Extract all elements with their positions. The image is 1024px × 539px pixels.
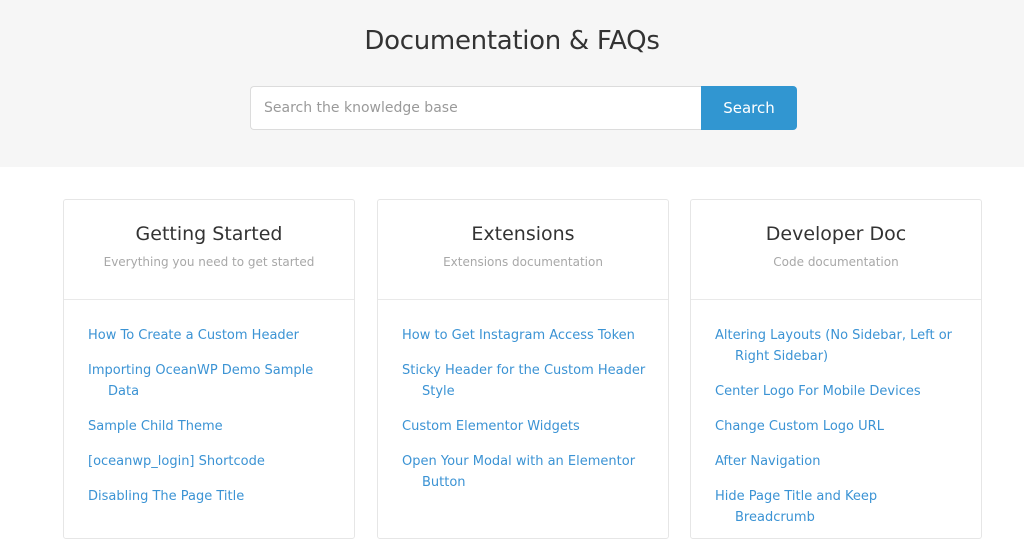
- list-item: Hide Page Title and Keep Breadcrumb: [715, 486, 961, 528]
- article-link[interactable]: Hide Page Title and Keep Breadcrumb: [715, 486, 961, 528]
- category-card-getting-started: Getting Started Everything you need to g…: [63, 199, 355, 539]
- search-button[interactable]: Search: [701, 86, 797, 130]
- article-link[interactable]: Sticky Header for the Custom Header Styl…: [402, 360, 648, 402]
- article-link[interactable]: Importing OceanWP Demo Sample Data: [88, 360, 334, 402]
- search-input[interactable]: [250, 86, 701, 130]
- list-item: Importing OceanWP Demo Sample Data: [88, 360, 334, 402]
- article-link[interactable]: [oceanwp_login] Shortcode: [88, 451, 334, 472]
- category-title: Developer Doc: [765, 223, 907, 245]
- list-item: Custom Elementor Widgets: [402, 416, 648, 437]
- article-list: How to Get Instagram Access Token Sticky…: [378, 300, 668, 493]
- list-item: After Navigation: [715, 451, 961, 472]
- article-link[interactable]: Sample Child Theme: [88, 416, 334, 437]
- article-link[interactable]: Disabling The Page Title: [88, 486, 334, 507]
- category-title: Getting Started: [135, 223, 283, 245]
- page-title: Documentation & FAQs: [364, 26, 660, 56]
- list-item: How To Create a Custom Header: [88, 325, 334, 346]
- list-item: Sticky Header for the Custom Header Styl…: [402, 360, 648, 402]
- list-item: [oceanwp_login] Shortcode: [88, 451, 334, 472]
- article-link[interactable]: Custom Elementor Widgets: [402, 416, 648, 437]
- card-header: Developer Doc Code documentation: [691, 200, 981, 300]
- category-title: Extensions: [471, 223, 575, 245]
- article-link[interactable]: How to Get Instagram Access Token: [402, 325, 648, 346]
- category-description: Code documentation: [773, 255, 899, 269]
- list-item: Disabling The Page Title: [88, 486, 334, 507]
- article-link[interactable]: How To Create a Custom Header: [88, 325, 334, 346]
- card-header: Extensions Extensions documentation: [378, 200, 668, 300]
- list-item: Sample Child Theme: [88, 416, 334, 437]
- knowledge-base-search-form: Search: [250, 86, 797, 130]
- category-card-extensions: Extensions Extensions documentation How …: [377, 199, 669, 539]
- category-card-developer-doc: Developer Doc Code documentation Alterin…: [690, 199, 982, 539]
- article-list: Altering Layouts (No Sidebar, Left or Ri…: [691, 300, 981, 528]
- article-link[interactable]: Center Logo For Mobile Devices: [715, 381, 961, 402]
- card-header: Getting Started Everything you need to g…: [64, 200, 354, 300]
- list-item: Open Your Modal with an Elementor Button: [402, 451, 648, 493]
- hero-section: Documentation & FAQs Search: [0, 0, 1024, 167]
- article-link[interactable]: After Navigation: [715, 451, 961, 472]
- category-description: Extensions documentation: [443, 255, 603, 269]
- article-list: How To Create a Custom Header Importing …: [64, 300, 354, 507]
- list-item: How to Get Instagram Access Token: [402, 325, 648, 346]
- list-item: Center Logo For Mobile Devices: [715, 381, 961, 402]
- article-link[interactable]: Change Custom Logo URL: [715, 416, 961, 437]
- list-item: Change Custom Logo URL: [715, 416, 961, 437]
- article-link[interactable]: Open Your Modal with an Elementor Button: [402, 451, 648, 493]
- list-item: Altering Layouts (No Sidebar, Left or Ri…: [715, 325, 961, 367]
- category-description: Everything you need to get started: [103, 255, 315, 269]
- article-link[interactable]: Altering Layouts (No Sidebar, Left or Ri…: [715, 325, 961, 367]
